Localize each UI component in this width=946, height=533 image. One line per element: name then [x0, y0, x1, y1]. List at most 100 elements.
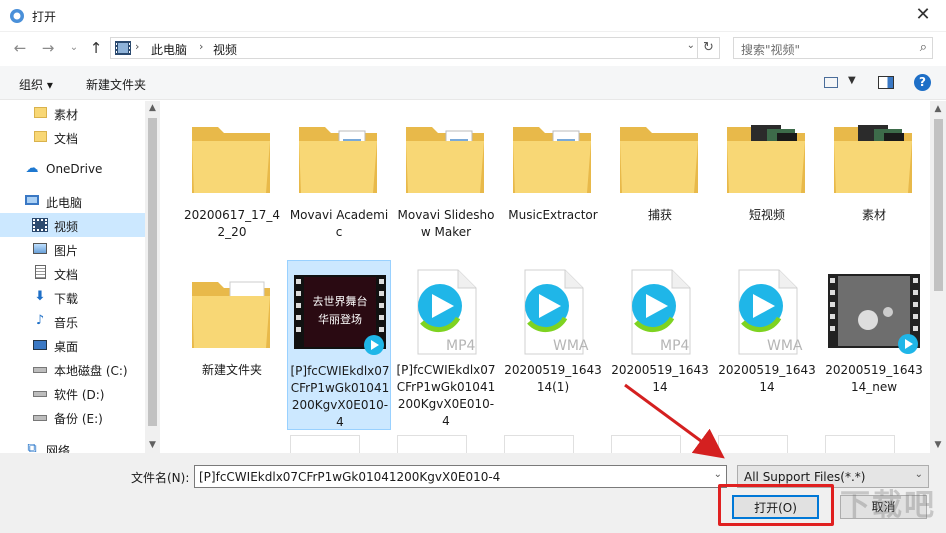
file-item-label: 新建文件夹	[201, 363, 262, 377]
breadcrumb-videos[interactable]: 视频	[213, 41, 237, 58]
media-file-icon: MP4	[614, 266, 706, 358]
up-arrow-icon[interactable]: ↑	[86, 38, 106, 58]
sidebar-item-label: 本地磁盘 (C:)	[54, 364, 128, 378]
highlight-box	[718, 484, 834, 526]
svg-text:华丽登场: 华丽登场	[318, 312, 362, 326]
video-thumbnail-icon: 去世界舞台 华丽登场	[294, 267, 386, 359]
file-item-partial[interactable]	[611, 435, 681, 453]
file-item[interactable]: 去世界舞台 华丽登场 [P]fcCWIEkdlx07CFrP1wGk01041200…	[287, 260, 391, 430]
sidebar-item[interactable]: 图片	[0, 237, 145, 261]
sidebar-item[interactable]: 软件 (D:)	[0, 381, 145, 405]
video-folder-icon	[32, 217, 48, 233]
chevron-down-icon[interactable]: ▼	[848, 75, 856, 86]
file-item-partial[interactable]	[290, 435, 360, 453]
media-file-icon: WMA	[507, 266, 599, 358]
file-item[interactable]: 短视频	[715, 105, 819, 275]
new-folder-button[interactable]: 新建文件夹	[86, 76, 146, 93]
file-item[interactable]: 捕获	[608, 105, 712, 275]
sidebar-item[interactable]: ♪ 音乐	[0, 309, 145, 333]
file-item-partial[interactable]	[718, 435, 788, 453]
music-icon: ♪	[35, 313, 45, 328]
breadcrumb-this-pc[interactable]: 此电脑	[151, 41, 187, 58]
back-arrow-icon[interactable]: ←	[10, 38, 30, 58]
sidebar-item[interactable]: ⬇ 下载	[0, 285, 145, 309]
svg-text:MP4: MP4	[446, 338, 476, 354]
chevron-right-icon[interactable]: ›	[199, 40, 203, 53]
close-icon[interactable]: ✕	[910, 4, 936, 28]
sidebar-item-label: 软件 (D:)	[54, 388, 105, 402]
file-item-label: 20200519_164314	[718, 363, 816, 394]
sidebar-item[interactable]: 素材	[0, 101, 145, 125]
preview-pane-icon[interactable]	[878, 76, 894, 89]
folder-icon	[721, 111, 813, 203]
file-item[interactable]: 素材	[822, 105, 926, 275]
drive-icon	[32, 409, 48, 425]
refresh-icon[interactable]: ↻	[697, 38, 719, 58]
sidebar-item[interactable]: 文档	[0, 125, 145, 149]
scroll-up-icon[interactable]: ▲	[930, 101, 946, 117]
sidebar-item[interactable]: 备份 (E:)	[0, 405, 145, 429]
sidebar-scrollbar[interactable]: ▲ ▼	[145, 101, 160, 453]
file-item-partial[interactable]	[504, 435, 574, 453]
file-item-partial[interactable]	[397, 435, 467, 453]
sidebar-item[interactable]: ⧉ 网络	[0, 437, 145, 453]
navigation-pane: 素材 文档 ☁ OneDrive 此电脑 视频 图片 文档 ⬇ 下载 ♪ 音乐 桌面 本地磁盘 (C:) 软…	[0, 101, 160, 453]
sidebar-item[interactable]: 本地磁盘 (C:)	[0, 357, 145, 381]
sidebar-item[interactable]: 视频	[0, 213, 145, 237]
media-file-icon: MP4	[400, 266, 492, 358]
file-item[interactable]: MP4 20200519_164314	[608, 260, 712, 430]
sidebar-item[interactable]: ☁ OneDrive	[0, 157, 145, 181]
sidebar-item-label: 图片	[54, 244, 79, 258]
file-item[interactable]: 20200617_17_42_20	[180, 105, 284, 275]
folder-icon: MP4	[186, 266, 278, 358]
chevron-down-icon[interactable]: ⌄	[687, 40, 695, 51]
filename-field[interactable]: [P]fcCWIEkdlx07CFrP1wGk01041200KgvX0E010…	[194, 465, 727, 488]
sidebar-item-label: 视频	[54, 220, 79, 234]
file-item[interactable]: Movavi Slideshow Maker	[394, 105, 498, 275]
documents-icon	[32, 265, 48, 281]
search-input[interactable]: 搜索"视频" ⌕	[733, 37, 933, 59]
file-item[interactable]: MP4 [P]fcCWIEkdlx07CFrP1wGk01041200KgvX0E…	[394, 260, 498, 430]
file-item[interactable]: 20200519_164314_new	[822, 260, 926, 430]
file-item[interactable]: MusicExtractor	[501, 105, 605, 275]
file-item-label: 20200519_164314(1)	[504, 363, 602, 394]
recent-chevron-icon[interactable]: ⌄	[64, 38, 84, 58]
file-item[interactable]: WMA 20200519_164314	[715, 260, 819, 430]
view-options-icon[interactable]	[824, 77, 838, 88]
filename-label: 文件名(N):	[131, 471, 190, 485]
svg-text:WMA: WMA	[767, 338, 803, 354]
cloud-icon: ☁	[25, 161, 39, 176]
file-item[interactable]: WMA 20200519_164314(1)	[501, 260, 605, 430]
file-item[interactable]: Movavi Academic	[287, 105, 391, 275]
folder-icon	[186, 111, 278, 203]
scroll-thumb[interactable]	[934, 119, 943, 291]
video-thumbnail-icon	[828, 266, 920, 358]
sidebar-item[interactable]: 此电脑	[0, 189, 145, 213]
chevron-down-icon[interactable]: ⌄	[714, 469, 722, 480]
scroll-down-icon[interactable]: ▼	[930, 437, 946, 453]
organize-button[interactable]: 组织 ▾	[19, 76, 53, 93]
scroll-up-icon[interactable]: ▲	[145, 101, 160, 116]
app-icon	[10, 9, 24, 23]
search-icon: ⌕	[919, 40, 927, 55]
sidebar-item[interactable]: 桌面	[0, 333, 145, 357]
scroll-thumb[interactable]	[148, 118, 157, 426]
forward-arrow-icon[interactable]: →	[38, 38, 58, 58]
folder-icon	[828, 111, 920, 203]
chevron-down-icon[interactable]: ⌄	[915, 469, 923, 480]
help-icon[interactable]: ?	[914, 74, 931, 91]
file-item[interactable]: MP4 新建文件夹	[180, 260, 284, 430]
svg-text:WMA: WMA	[553, 338, 589, 354]
file-item-partial[interactable]	[825, 435, 895, 453]
file-item-label: 20200617_17_42_20	[184, 208, 280, 239]
file-item-label: MusicExtractor	[508, 208, 598, 222]
address-bar[interactable]: › 此电脑 › 视频 ⌄ ↻	[110, 37, 720, 59]
folder-icon	[507, 111, 599, 203]
content-scrollbar[interactable]: ▲ ▼	[930, 101, 946, 453]
desktop-icon	[32, 337, 48, 353]
folder-icon	[32, 129, 48, 145]
video-folder-icon	[115, 41, 131, 55]
scroll-down-icon[interactable]: ▼	[145, 438, 160, 453]
sidebar-item[interactable]: 文档	[0, 261, 145, 285]
chevron-right-icon[interactable]: ›	[135, 40, 139, 53]
